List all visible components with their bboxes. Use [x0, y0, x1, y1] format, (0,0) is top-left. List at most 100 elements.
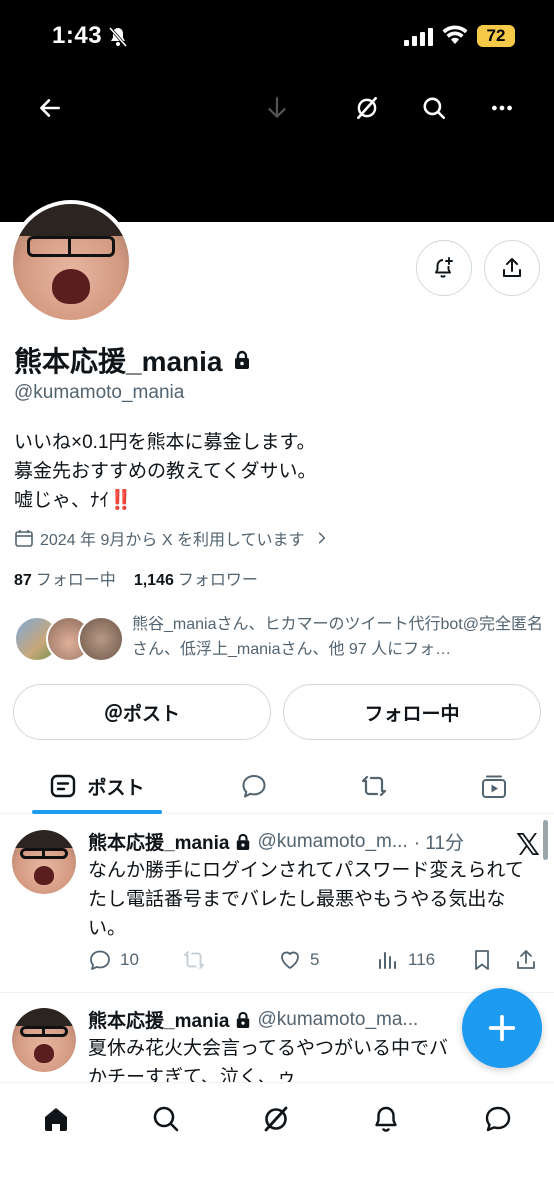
bell-icon — [375, 1106, 397, 1132]
grok-icon — [264, 1106, 288, 1132]
profile-avatar[interactable] — [9, 200, 133, 324]
lock-icon — [237, 1011, 250, 1028]
bottom-nav — [0, 1082, 554, 1199]
chevron-right-icon — [319, 532, 326, 544]
bell-plus-icon — [435, 257, 453, 278]
followers-label: フォロワー — [177, 572, 258, 589]
lock-icon — [234, 350, 249, 369]
tab-media[interactable] — [466, 758, 522, 814]
view-count: 116 — [408, 950, 436, 969]
share-button[interactable] — [484, 240, 540, 296]
search-icon — [423, 97, 446, 120]
message-icon — [485, 1106, 511, 1132]
tweet[interactable]: 熊本応援_mania @kumamoto_m... · 11分 𝕏 なんか勝手に… — [0, 814, 554, 992]
bio-line: 嘘じゃ、ﾅｲ‼️ — [14, 490, 133, 511]
tweet-time: · 11分 — [413, 833, 465, 854]
pull-down-button[interactable] — [257, 88, 297, 128]
followers-link[interactable]: 1,146 フォロワー — [134, 566, 258, 590]
retweet-button[interactable] — [182, 948, 206, 972]
search-button[interactable] — [414, 88, 454, 128]
profile-name-text: 熊本応援_mania — [14, 346, 223, 377]
post-mention-button[interactable]: ＠ポスト — [13, 684, 271, 740]
tweet-author-handle: @kumamoto_m... — [257, 830, 408, 852]
known-followers[interactable]: 熊谷_maniaさん、ヒカマーのツイート代行bot@完全匿名さん、低浮上_man… — [14, 612, 544, 662]
following-count: 87 — [14, 572, 32, 589]
tab-retweets[interactable] — [346, 758, 402, 814]
heart-icon — [281, 951, 299, 969]
following-label: フォロー中 — [35, 572, 116, 589]
notify-button[interactable] — [416, 240, 472, 296]
scrollbar[interactable] — [543, 820, 548, 860]
tweet-author-name[interactable]: 熊本応援_mania — [88, 828, 229, 855]
nav-home[interactable] — [34, 1097, 78, 1141]
avatar-image — [13, 204, 129, 320]
tweet-header: 熊本応援_mania @kumamoto_ma... — [88, 1006, 458, 1033]
share-icon — [517, 950, 535, 969]
status-time: 1:43 — [52, 22, 103, 49]
profile-tabs: ポスト — [0, 758, 554, 814]
nav-notifications[interactable] — [364, 1097, 408, 1141]
status-bar: 1:43 72 — [0, 0, 554, 74]
search-icon — [153, 1106, 179, 1132]
tweet-header: 熊本応援_mania @kumamoto_m... · 11分 — [88, 828, 508, 855]
known-followers-text: 熊谷_maniaさん、ヒカマーのツイート代行bot@完全匿名さん、低浮上_man… — [132, 616, 543, 658]
bell-off-icon — [108, 27, 128, 47]
tab-replies[interactable] — [226, 758, 282, 814]
joined-date-row[interactable]: 2024 年 9月から X を利用しています — [14, 526, 330, 550]
signal-icon — [404, 28, 433, 46]
more-icon — [492, 105, 512, 111]
posts-icon — [51, 774, 76, 798]
profile-handle: @kumamoto_mania — [14, 382, 185, 403]
bio-line: いいね×0.1円を熊本に募金します。 — [14, 432, 316, 453]
compose-button[interactable] — [462, 988, 542, 1068]
reply-icon — [90, 950, 110, 970]
tab-posts[interactable]: ポスト — [32, 758, 162, 814]
tweet-text: 夏休み花火大会言ってるやつがいる中でバかチーすぎて、泣く、ゥ — [88, 1038, 449, 1082]
reply-button[interactable]: 10 — [88, 948, 139, 972]
lock-icon — [237, 833, 250, 850]
wifi-icon — [442, 25, 468, 44]
tweet-actions: 10 5 116 — [88, 948, 540, 978]
following-link[interactable]: 87 フォロー中 — [14, 566, 116, 590]
home-icon — [45, 1108, 67, 1131]
battery-indicator: 72 — [477, 25, 515, 47]
arrow-down-icon — [268, 97, 286, 118]
nav-grok[interactable] — [254, 1097, 298, 1141]
more-button[interactable] — [482, 88, 522, 128]
tweet-avatar[interactable] — [12, 830, 76, 894]
share-tweet-button[interactable] — [514, 948, 538, 972]
views-button[interactable]: 116 — [376, 948, 435, 972]
plus-icon — [488, 1014, 516, 1042]
calendar-icon — [15, 530, 33, 547]
avatar — [78, 616, 124, 662]
retweet-icon — [184, 951, 204, 969]
known-followers-avatars — [14, 616, 124, 662]
tweet-avatar[interactable] — [12, 1008, 76, 1072]
following-button[interactable]: フォロー中 — [283, 684, 541, 740]
retweet-icon — [361, 775, 387, 797]
tweet-author-handle: @kumamoto_ma... — [257, 1008, 419, 1030]
like-button[interactable]: 5 — [278, 948, 319, 972]
profile-name: 熊本応援_mania — [14, 340, 251, 380]
like-count: 5 — [310, 950, 320, 969]
profile-bio: いいね×0.1円を熊本に募金します。 募金先おすすめの教えてくダサい。 嘘じゃ、… — [14, 428, 316, 515]
grok-icon — [357, 96, 377, 120]
grok-button[interactable] — [347, 88, 387, 128]
views-icon — [379, 952, 396, 969]
followers-count: 1,146 — [133, 572, 174, 589]
joined-date-text: 2024 年 9月から X を利用しています — [40, 532, 305, 549]
back-button[interactable] — [30, 88, 70, 128]
tweet-author-name[interactable]: 熊本応援_mania — [88, 1006, 229, 1033]
battery-level: 72 — [486, 26, 506, 45]
tweet-text: なんか勝手にログインされてパスワード変えられてたし電話番号までバレたし最悪やもう… — [88, 860, 524, 939]
share-icon — [503, 258, 521, 277]
bookmark-icon — [475, 950, 489, 970]
bookmark-button[interactable] — [470, 948, 494, 972]
arrow-left-icon — [40, 99, 60, 117]
nav-messages[interactable] — [476, 1097, 520, 1141]
media-icon — [482, 775, 506, 798]
reply-count: 10 — [120, 950, 139, 969]
replies-icon — [242, 775, 266, 798]
bio-line: 募金先おすすめの教えてくダサい。 — [14, 461, 317, 482]
nav-search[interactable] — [144, 1097, 188, 1141]
